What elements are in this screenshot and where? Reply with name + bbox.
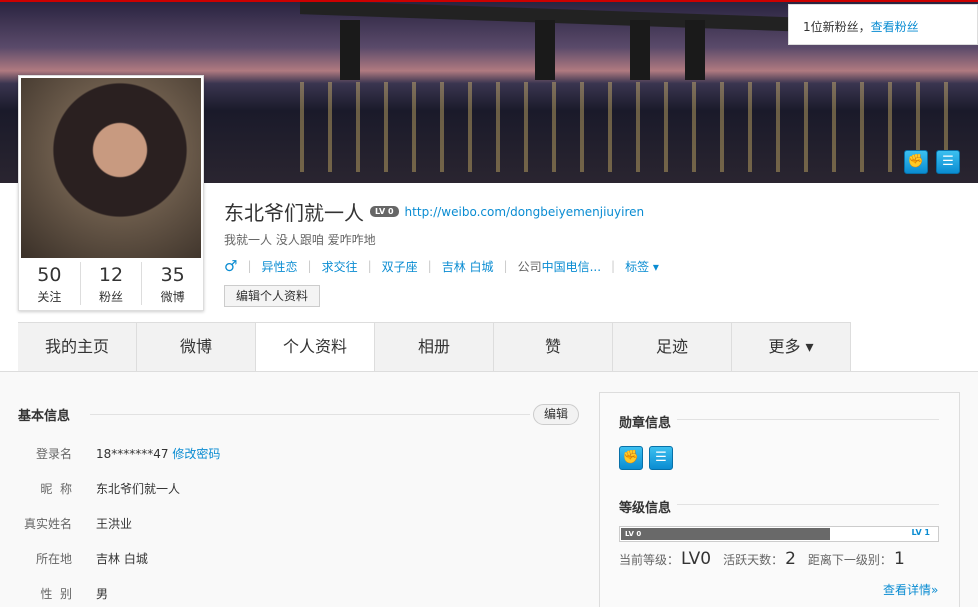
tag-location[interactable]: 吉林 白城 — [442, 258, 494, 275]
stat-label: 粉丝 — [99, 290, 124, 304]
company-label: 公司 — [517, 259, 542, 274]
medal-fist-icon[interactable]: ✊ — [904, 150, 928, 174]
field-label: 性 别 — [40, 587, 72, 601]
field-label: 登录名 — [35, 447, 72, 461]
level-badge[interactable]: LV 0 — [370, 206, 399, 217]
basic-info-title: 基本信息 — [18, 409, 71, 424]
level-stats: 当前等级： LV0 活跃天数： 2 距离下一级别： 1 — [619, 549, 915, 569]
tab-album[interactable]: 相册 — [375, 323, 494, 372]
field-label: 昵 称 — [40, 482, 72, 496]
profile-name: 东北爷们就一人 — [224, 201, 364, 225]
field-label: 真实姓名 — [23, 517, 72, 531]
level-progress-bar: LV 0 LV 1 — [619, 526, 939, 542]
stat-label: 关注 — [37, 290, 62, 304]
medals-title: 勋章信息 — [619, 416, 672, 431]
stat-value: 12 — [98, 264, 124, 286]
edit-basic-info-button[interactable]: 编辑 — [533, 404, 579, 425]
profile-tabs: 我的主页 微博 个人资料 相册 赞 足迹 更多 ▾ — [18, 322, 851, 372]
gender-value: 男 — [96, 587, 109, 601]
active-days-value: 2 — [785, 549, 796, 569]
stat-posts[interactable]: 35 微博 — [142, 262, 203, 305]
new-follower-notice: 1位新粉丝，查看粉丝 — [788, 4, 978, 45]
notice-text: 1位新粉丝， — [803, 20, 871, 34]
current-level-label: 当前等级： — [619, 553, 680, 567]
caret-down-icon: ▾ — [652, 259, 659, 274]
tab-footprints[interactable]: 足迹 — [613, 323, 732, 372]
stat-value: 50 — [37, 264, 62, 286]
company-link[interactable]: 中国电信... — [542, 258, 601, 275]
edit-profile-button[interactable]: 编辑个人资料 — [224, 285, 320, 307]
tag-orientation[interactable]: 异性恋 — [262, 258, 298, 275]
tags-dropdown[interactable]: 标签 ▾ — [625, 258, 659, 275]
level-title: 等级信息 — [619, 501, 672, 516]
medal-fist-icon[interactable]: ✊ — [619, 446, 643, 470]
login-name-value: 18*******47 — [96, 447, 169, 461]
stat-followers[interactable]: 12 粉丝 — [81, 262, 143, 305]
next-level-label: 距离下一级别： — [807, 553, 892, 567]
stat-label: 微博 — [160, 290, 185, 304]
tag-zodiac[interactable]: 双子座 — [382, 258, 418, 275]
tab-likes[interactable]: 赞 — [494, 323, 613, 372]
next-level-badge: LV 1 — [911, 528, 930, 537]
change-password-link[interactable]: 修改密码 — [172, 447, 220, 461]
active-days-label: 活跃天数： — [723, 553, 784, 567]
location-value: 吉林 白城 — [96, 552, 148, 566]
profile-url[interactable]: http://weibo.com/dongbeiyemenjiuyiren — [405, 205, 645, 219]
real-name-value: 王洪业 — [96, 517, 133, 531]
field-label: 所在地 — [35, 552, 72, 566]
view-followers-link[interactable]: 查看粉丝 — [871, 20, 919, 34]
tag-relationship[interactable]: 求交往 — [322, 258, 358, 275]
nickname-value: 东北爷们就一人 — [96, 482, 181, 496]
tab-profile[interactable]: 个人资料 — [256, 323, 375, 372]
tab-more[interactable]: 更多 ▾ — [732, 323, 851, 372]
male-icon: ♂ — [224, 257, 238, 275]
profile-bio: 我就一人 没人跟咱 爱咋咋地 — [224, 233, 376, 247]
avatar[interactable] — [21, 78, 201, 258]
next-level-value: 1 — [893, 549, 905, 569]
medal-document-icon[interactable]: ☰ — [649, 446, 673, 470]
medal-document-icon[interactable]: ☰ — [936, 150, 960, 174]
tab-weibo[interactable]: 微博 — [137, 323, 256, 372]
stat-following[interactable]: 50 关注 — [19, 262, 81, 305]
stat-value: 35 — [160, 264, 185, 286]
tab-home[interactable]: 我的主页 — [18, 323, 137, 372]
level-progress-fill: LV 0 — [621, 528, 830, 540]
view-details-link[interactable]: 查看详情» — [883, 581, 938, 598]
current-level-value: LV0 — [681, 549, 712, 569]
tags-label: 标签 — [625, 259, 650, 274]
avatar-card: 50 关注 12 粉丝 35 微博 — [18, 75, 204, 311]
